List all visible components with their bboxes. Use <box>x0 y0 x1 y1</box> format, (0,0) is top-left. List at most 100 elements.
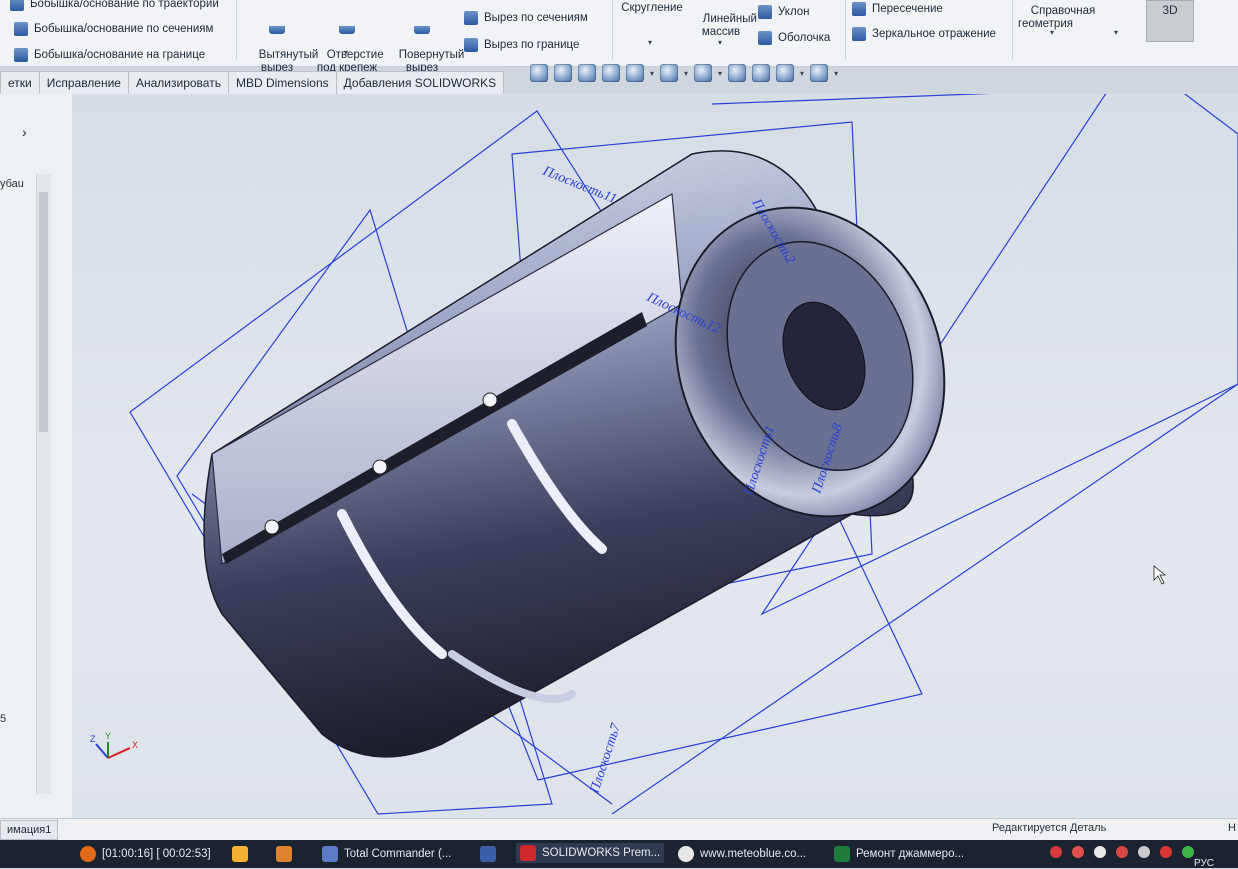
intersect-button[interactable]: Пересечение <box>852 2 943 16</box>
tray-icon[interactable] <box>1138 846 1150 858</box>
hole-wizard-icon <box>339 26 355 34</box>
status-right-indicator: Н <box>1228 822 1236 834</box>
mouse-cursor-icon <box>1153 565 1167 585</box>
tab-sketch[interactable]: етки <box>0 71 40 94</box>
chevron-down-icon[interactable]: ▾ <box>834 69 838 78</box>
excel-icon <box>834 846 850 862</box>
intersect-label: Пересечение <box>872 3 943 15</box>
dynamic-annotation-icon[interactable] <box>626 64 644 82</box>
tray-icon[interactable] <box>1182 846 1194 858</box>
tab-evaluate[interactable]: Анализировать <box>127 71 229 94</box>
zoom-to-area-icon[interactable] <box>554 64 572 82</box>
boundary-boss-icon <box>14 48 28 62</box>
tab-solidworks-addins[interactable]: Добавления SOLIDWORKS <box>335 71 505 94</box>
boundary-boss-label: Бобышка/основание на границе <box>34 49 206 61</box>
shell-icon <box>758 31 772 45</box>
feature-tree-scrollbar[interactable] <box>36 174 51 794</box>
chevron-down-icon[interactable]: ▾ <box>718 69 722 78</box>
tray-icon[interactable] <box>1050 846 1062 858</box>
draft-button[interactable]: Уклон <box>758 5 810 19</box>
tray-yandex-icon[interactable] <box>1094 846 1106 858</box>
hole-wizard-dropdown-icon[interactable]: ▾ <box>344 48 348 57</box>
taskbar-excel[interactable]: Ремонт джаммеро... <box>834 846 964 862</box>
system-tray <box>1050 846 1194 858</box>
panel-expand-arrow-icon[interactable]: › <box>22 124 27 140</box>
edit-appearance-icon[interactable] <box>752 64 771 82</box>
part-body <box>203 150 946 758</box>
tray-icon[interactable] <box>1160 846 1172 858</box>
previous-view-icon[interactable] <box>578 64 596 82</box>
app-icon <box>276 846 292 862</box>
curves-dropdown-icon[interactable]: ▾ <box>1114 28 1118 37</box>
3d-button[interactable]: 3D <box>1146 0 1194 42</box>
taskbar-app-icon[interactable] <box>232 846 248 862</box>
view-orientation-icon[interactable] <box>660 64 679 82</box>
shell-button[interactable]: Оболочка <box>758 31 830 45</box>
taskbar-app-icon[interactable] <box>480 846 496 862</box>
feature-tree-item-number: 5 <box>0 713 7 725</box>
body-hole <box>372 459 388 475</box>
taskbar-browser[interactable]: www.meteoblue.co... <box>678 846 806 862</box>
tray-icon[interactable] <box>1072 846 1084 858</box>
swept-boss-label: Бобышка/основание по траектории <box>30 0 219 10</box>
ribbon-separator <box>612 0 613 60</box>
taskbar-solidworks-label: SOLIDWORKS Prem... <box>542 847 661 859</box>
yandex-browser-icon <box>678 846 694 862</box>
graphics-viewport[interactable]: Плоскость11 Плоскость2 Плоскость12 Плоск… <box>72 94 1238 818</box>
apply-scene-icon[interactable] <box>776 64 795 82</box>
mirror-icon <box>852 27 866 41</box>
triad-x-label: X <box>132 740 138 750</box>
reference-geometry-dropdown-icon[interactable]: ▾ <box>1050 28 1054 37</box>
display-style-icon[interactable] <box>694 64 713 82</box>
input-language-indicator[interactable]: РУС <box>1194 858 1214 869</box>
boundary-cut-button[interactable]: Вырез по границе <box>464 38 579 52</box>
taskbar-app-icon[interactable] <box>276 846 292 862</box>
tab-mbd-dimensions[interactable]: MBD Dimensions <box>227 71 337 94</box>
draft-icon <box>758 5 772 19</box>
tab-motion-study[interactable]: имация1 <box>0 820 59 840</box>
hide-show-items-icon[interactable] <box>728 64 747 82</box>
timer-icon <box>80 846 96 862</box>
taskbar-solidworks[interactable]: SOLIDWORKS Prem... <box>516 843 665 863</box>
solidworks-icon <box>520 845 536 861</box>
app-icon <box>480 846 496 862</box>
boundary-boss-button[interactable]: Бобышка/основание на границе <box>14 48 205 62</box>
swept-boss-icon <box>10 0 24 11</box>
draft-label: Уклон <box>778 6 810 18</box>
status-text: Редактируется Деталь <box>992 822 1107 834</box>
lofted-boss-icon <box>14 22 28 36</box>
tray-icon[interactable] <box>1116 846 1128 858</box>
zoom-to-fit-icon[interactable] <box>530 64 548 82</box>
linear-pattern-dropdown-icon[interactable]: ▾ <box>718 38 722 47</box>
mirror-button[interactable]: Зеркальное отражение <box>852 27 996 41</box>
reference-geometry-label: Справочная геометрия <box>1018 5 1096 30</box>
triad-z-label: Z <box>90 734 96 744</box>
lofted-cut-icon <box>464 11 478 25</box>
section-view-icon[interactable] <box>602 64 620 82</box>
scrollbar-thumb[interactable] <box>39 192 48 432</box>
feature-tree-item[interactable]: убаu <box>0 178 24 190</box>
view-settings-icon[interactable] <box>810 64 829 82</box>
taskbar-timer[interactable]: [01:00:16] [ 00:02:53] <box>80 846 211 862</box>
revolved-cut-icon <box>414 26 430 34</box>
plane-edge <box>711 94 991 105</box>
taskbar-total-commander[interactable]: Total Commander (... <box>322 846 451 862</box>
taskbar-excel-label: Ремонт джаммеро... <box>856 848 965 860</box>
fillet-button[interactable]: Скругление <box>618 2 686 15</box>
fillet-dropdown-icon[interactable]: ▾ <box>648 38 652 47</box>
app-icon <box>232 846 248 862</box>
boundary-cut-icon <box>464 38 478 52</box>
swept-boss-button[interactable]: Бобышка/основание по траектории <box>10 0 219 11</box>
tab-repair[interactable]: Исправление <box>38 71 129 94</box>
chevron-down-icon[interactable]: ▾ <box>800 69 804 78</box>
lofted-boss-button[interactable]: Бобышка/основание по сечениям <box>14 22 213 36</box>
linear-pattern-label: Линейный массив <box>701 13 757 38</box>
mirror-label: Зеркальное отражение <box>872 28 996 40</box>
reference-geometry-button[interactable]: Справочная геометрия <box>1018 0 1098 44</box>
body-hole <box>264 519 280 535</box>
ribbon-separator <box>236 0 237 60</box>
chevron-down-icon[interactable]: ▾ <box>684 69 688 78</box>
chevron-down-icon[interactable]: ▾ <box>650 69 654 78</box>
triad-x-axis <box>107 747 131 759</box>
lofted-cut-button[interactable]: Вырез по сечениям <box>464 11 588 25</box>
